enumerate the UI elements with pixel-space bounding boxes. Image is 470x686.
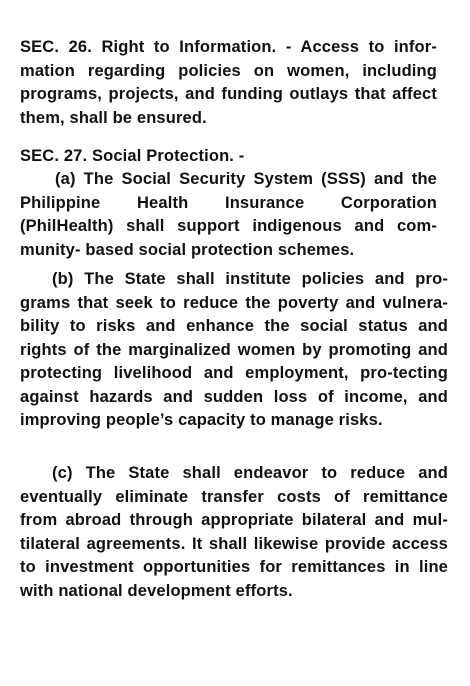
section-27-heading: SEC. 27. Social Protection. - xyxy=(20,147,245,165)
section-26-text: SEC. 26. Right to Information. - Access … xyxy=(20,38,437,127)
paragraph-b-text: (b) The State shall institute policies a… xyxy=(20,270,448,429)
paragraph-c-text: (c) The State shall endeavor to reduce a… xyxy=(20,464,448,600)
section-27-paragraph-a: (a) The Social Security System (SSS) and… xyxy=(20,168,437,262)
section-27-paragraph-c: (c) The State shall endeavor to reduce a… xyxy=(20,462,448,603)
section-27-heading-block: SEC. 27. Social Protection. - xyxy=(20,145,437,169)
section-27-paragraph-b: (b) The State shall institute policies a… xyxy=(20,268,448,433)
document-page: SEC. 26. Right to Information. - Access … xyxy=(0,0,470,686)
section-26: SEC. 26. Right to Information. - Access … xyxy=(20,36,437,130)
paragraph-a-text: (a) The Social Security System (SSS) and… xyxy=(20,170,437,259)
